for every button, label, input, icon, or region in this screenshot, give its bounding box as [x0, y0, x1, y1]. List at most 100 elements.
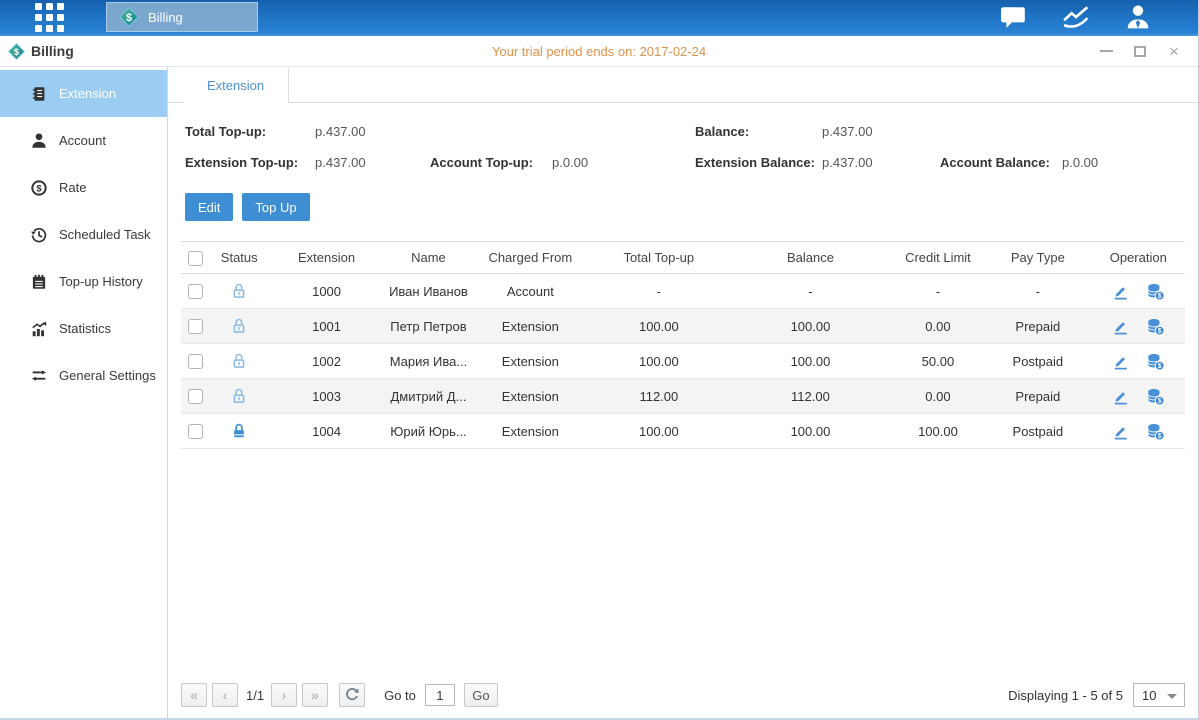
- apps-grid-icon[interactable]: [35, 3, 64, 32]
- cell-balance: 100.00: [729, 414, 892, 449]
- col-charged-from: Charged From: [472, 242, 588, 274]
- page-indicator: 1/1: [246, 688, 264, 703]
- topup-icon[interactable]: $: [1146, 282, 1165, 301]
- row-checkbox[interactable]: [188, 389, 203, 404]
- balance-summary: Total Top-up: p.437.00 Balance: p.437.00…: [168, 103, 1198, 178]
- sidebar-item-extension[interactable]: Extension: [0, 70, 167, 117]
- trial-notice: Your trial period ends on: 2017-02-24: [0, 44, 1198, 59]
- locked-lock-icon: [230, 422, 248, 440]
- table-header-row: Status Extension Name Charged From Total…: [181, 242, 1185, 274]
- cell-name: Иван Иванов: [385, 274, 472, 309]
- close-button[interactable]: ×: [1162, 41, 1186, 61]
- account-topup-label: Account Top-up:: [430, 155, 552, 170]
- chevron-down-icon: [1167, 694, 1177, 699]
- col-status: Status: [210, 242, 268, 274]
- cell-total-topup: 100.00: [589, 414, 730, 449]
- cell-pay-type: Postpaid: [984, 344, 1091, 379]
- table-row: 1004Юрий Юрь...Extension100.00100.00100.…: [181, 414, 1185, 449]
- unlocked-lock-icon: [230, 317, 248, 335]
- messages-icon[interactable]: [999, 4, 1029, 30]
- taskbar-app-tab-billing[interactable]: $ Billing: [106, 2, 258, 32]
- cell-charged-from: Extension: [472, 309, 588, 344]
- taskbar: $ Billing: [0, 0, 1198, 36]
- cell-total-topup: 100.00: [589, 344, 730, 379]
- cell-total-topup: 100.00: [589, 309, 730, 344]
- billing-window: $ Billing $ Billing Your trial period en…: [0, 0, 1199, 720]
- svg-text:$: $: [1158, 292, 1162, 300]
- cell-pay-type: Postpaid: [984, 414, 1091, 449]
- minimize-button[interactable]: [1094, 41, 1118, 61]
- sidebar-item-rate[interactable]: $Rate: [0, 164, 167, 211]
- col-extension: Extension: [268, 242, 384, 274]
- general-settings-icon: [30, 367, 48, 385]
- cell-balance: 112.00: [729, 379, 892, 414]
- extension-icon: [30, 85, 48, 103]
- billing-diamond-icon: $: [8, 43, 25, 60]
- go-button[interactable]: Go: [464, 683, 498, 707]
- sidebar-item-scheduled-task[interactable]: Scheduled Task: [0, 211, 167, 258]
- row-checkbox[interactable]: [188, 424, 203, 439]
- top-up-button[interactable]: Top Up: [242, 193, 309, 221]
- sidebar-item-label: Scheduled Task: [59, 227, 151, 242]
- row-checkbox[interactable]: [188, 354, 203, 369]
- page-size-select[interactable]: 10: [1133, 683, 1185, 707]
- sidebar-item-label: Extension: [59, 86, 116, 101]
- table-row: 1001Петр ПетровExtension100.00100.000.00…: [181, 309, 1185, 344]
- topup-history-icon: [30, 273, 48, 291]
- sidebar-item-general-settings[interactable]: General Settings: [0, 352, 167, 399]
- svg-text:$: $: [126, 12, 132, 24]
- col-pay-type: Pay Type: [984, 242, 1091, 274]
- sidebar-item-account[interactable]: Account: [0, 117, 167, 164]
- account-balance-value: p.0.00: [1062, 155, 1098, 170]
- select-all-checkbox[interactable]: [188, 251, 203, 266]
- edit-icon[interactable]: [1111, 387, 1130, 406]
- col-balance: Balance: [729, 242, 892, 274]
- refresh-button[interactable]: [339, 683, 365, 707]
- pagination-bar: « ‹ 1/1 › » Go to Go Displaying 1 - 5 of…: [181, 683, 1185, 707]
- titlebar: $ Billing Your trial period ends on: 201…: [0, 36, 1198, 67]
- edit-icon[interactable]: [1111, 422, 1130, 441]
- topup-icon[interactable]: $: [1146, 352, 1165, 371]
- goto-page-input[interactable]: [425, 684, 455, 706]
- tab-extension[interactable]: Extension: [183, 68, 289, 103]
- sidebar-item-statistics[interactable]: Statistics: [0, 305, 167, 352]
- topup-icon[interactable]: $: [1146, 317, 1165, 336]
- reports-icon[interactable]: [1061, 4, 1091, 30]
- svg-text:$: $: [1158, 432, 1162, 440]
- user-icon[interactable]: [1123, 4, 1153, 30]
- first-page-button[interactable]: «: [181, 683, 207, 707]
- cell-charged-from: Account: [472, 274, 588, 309]
- maximize-button[interactable]: [1128, 41, 1152, 61]
- billing-diamond-icon: $: [119, 7, 139, 27]
- extension-topup-value: p.437.00: [315, 155, 430, 170]
- row-checkbox[interactable]: [188, 319, 203, 334]
- last-page-button[interactable]: »: [302, 683, 328, 707]
- edit-icon[interactable]: [1111, 352, 1130, 371]
- edit-icon[interactable]: [1111, 282, 1130, 301]
- extension-balance-value: p.437.00: [822, 155, 940, 170]
- row-checkbox[interactable]: [188, 284, 203, 299]
- cell-credit-limit: 0.00: [892, 379, 984, 414]
- sidebar-item-topup-history[interactable]: Top-up History: [0, 258, 167, 305]
- cell-extension: 1003: [268, 379, 384, 414]
- table-row: 1003Дмитрий Д...Extension112.00112.000.0…: [181, 379, 1185, 414]
- total-topup-value: p.437.00: [315, 124, 366, 139]
- prev-page-button[interactable]: ‹: [212, 683, 238, 707]
- unlocked-lock-icon: [230, 352, 248, 370]
- svg-text:$: $: [1158, 327, 1162, 335]
- topup-icon[interactable]: $: [1146, 422, 1165, 441]
- cell-name: Дмитрий Д...: [385, 379, 472, 414]
- sidebar-item-label: Rate: [59, 180, 86, 195]
- extension-balance-label: Extension Balance:: [695, 155, 822, 170]
- extensions-table: Status Extension Name Charged From Total…: [181, 241, 1185, 449]
- col-operation: Operation: [1092, 242, 1185, 274]
- unlocked-lock-icon: [230, 282, 248, 300]
- edit-icon[interactable]: [1111, 317, 1130, 336]
- svg-text:$: $: [1158, 397, 1162, 405]
- topup-icon[interactable]: $: [1146, 387, 1165, 406]
- edit-button[interactable]: Edit: [185, 193, 233, 221]
- taskbar-app-tab-label: Billing: [148, 10, 183, 25]
- cell-credit-limit: 50.00: [892, 344, 984, 379]
- balance-value: p.437.00: [822, 124, 873, 139]
- next-page-button[interactable]: ›: [271, 683, 297, 707]
